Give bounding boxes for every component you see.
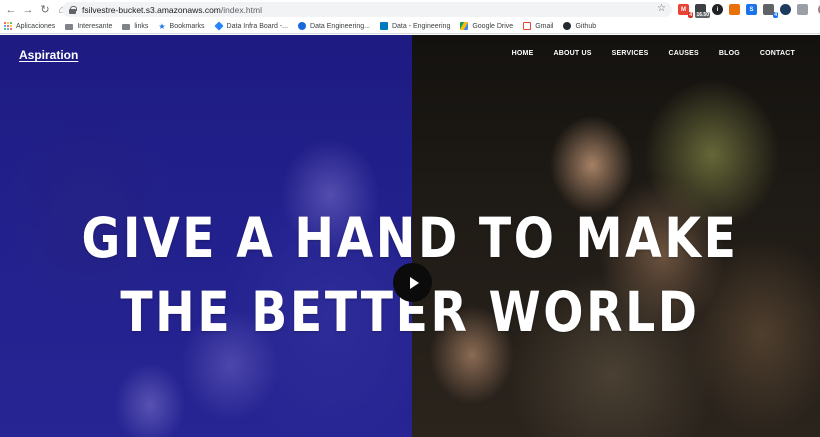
- site-logo[interactable]: Aspiration: [19, 48, 78, 62]
- extensions-bar: M4 16.50 i S 4: [678, 3, 820, 18]
- hero-section: Aspiration HOME ABOUT US SERVICES CAUSES…: [0, 35, 820, 437]
- bookmark-data-engineering[interactable]: Data Engineering...: [298, 22, 370, 30]
- jira-icon: [214, 21, 224, 31]
- ext-icon-7[interactable]: [780, 4, 791, 15]
- play-icon: [409, 276, 419, 289]
- bookmark-star-icon[interactable]: ☆: [657, 3, 666, 14]
- ext-icon-4[interactable]: [729, 4, 740, 15]
- gmail-ext-icon[interactable]: M4: [678, 4, 693, 18]
- nav-causes[interactable]: CAUSES: [668, 50, 698, 57]
- apps-grid-icon: [4, 22, 12, 30]
- bookmark-links[interactable]: links: [122, 23, 148, 30]
- trello-icon: [379, 22, 388, 30]
- confluence-icon: [298, 22, 307, 30]
- folder-icon: [122, 23, 131, 30]
- bookmark-aplicaciones[interactable]: Aplicaciones: [4, 22, 55, 30]
- nav-home[interactable]: HOME: [512, 50, 534, 57]
- bookmarks-bar: Aplicaciones Interesante links ★ Bookmar…: [0, 19, 820, 34]
- url-text: fsilvestre-bucket.s3.amazonaws.com/index…: [82, 4, 262, 15]
- ext-icon-3[interactable]: i: [712, 4, 723, 15]
- bookmark-bookmarks[interactable]: ★ Bookmarks: [158, 22, 204, 31]
- play-video-button[interactable]: [393, 263, 432, 302]
- gmail-icon: [523, 22, 532, 30]
- drive-icon: [460, 22, 469, 30]
- back-arrow-icon[interactable]: ←: [4, 3, 18, 17]
- bookmark-data-engineering-trello[interactable]: Data - Engineering: [379, 22, 450, 30]
- ext-icon-8[interactable]: [797, 4, 808, 15]
- main-nav: HOME ABOUT US SERVICES CAUSES BLOG CONTA…: [512, 50, 795, 57]
- bookmark-data-infra-board[interactable]: Data Infra Board -...: [214, 21, 288, 31]
- bookmark-gmail[interactable]: Gmail: [523, 22, 553, 30]
- browser-toolbar: ← → ↻ ⌂ fsilvestre-bucket.s3.amazonaws.c…: [0, 0, 820, 19]
- ext-icon-6[interactable]: 4: [763, 4, 778, 18]
- nav-services[interactable]: SERVICES: [612, 50, 649, 57]
- ext-icon-2[interactable]: 16.50: [695, 4, 710, 18]
- nav-contact[interactable]: CONTACT: [760, 50, 795, 57]
- ext-icon-5[interactable]: S: [746, 4, 757, 15]
- star-icon: ★: [158, 21, 166, 31]
- reload-icon[interactable]: ↻: [38, 3, 52, 17]
- bookmark-interesante[interactable]: Interesante: [65, 23, 112, 30]
- address-bar[interactable]: fsilvestre-bucket.s3.amazonaws.com/index…: [62, 2, 672, 17]
- folder-icon: [65, 23, 74, 30]
- bookmark-github[interactable]: Github: [563, 22, 596, 30]
- nav-about-us[interactable]: ABOUT US: [553, 50, 591, 57]
- forward-arrow-icon[interactable]: →: [21, 3, 35, 17]
- lock-icon: [69, 5, 77, 14]
- bookmark-google-drive[interactable]: Google Drive: [460, 22, 513, 30]
- github-icon: [563, 22, 572, 30]
- nav-blog[interactable]: BLOG: [719, 50, 740, 57]
